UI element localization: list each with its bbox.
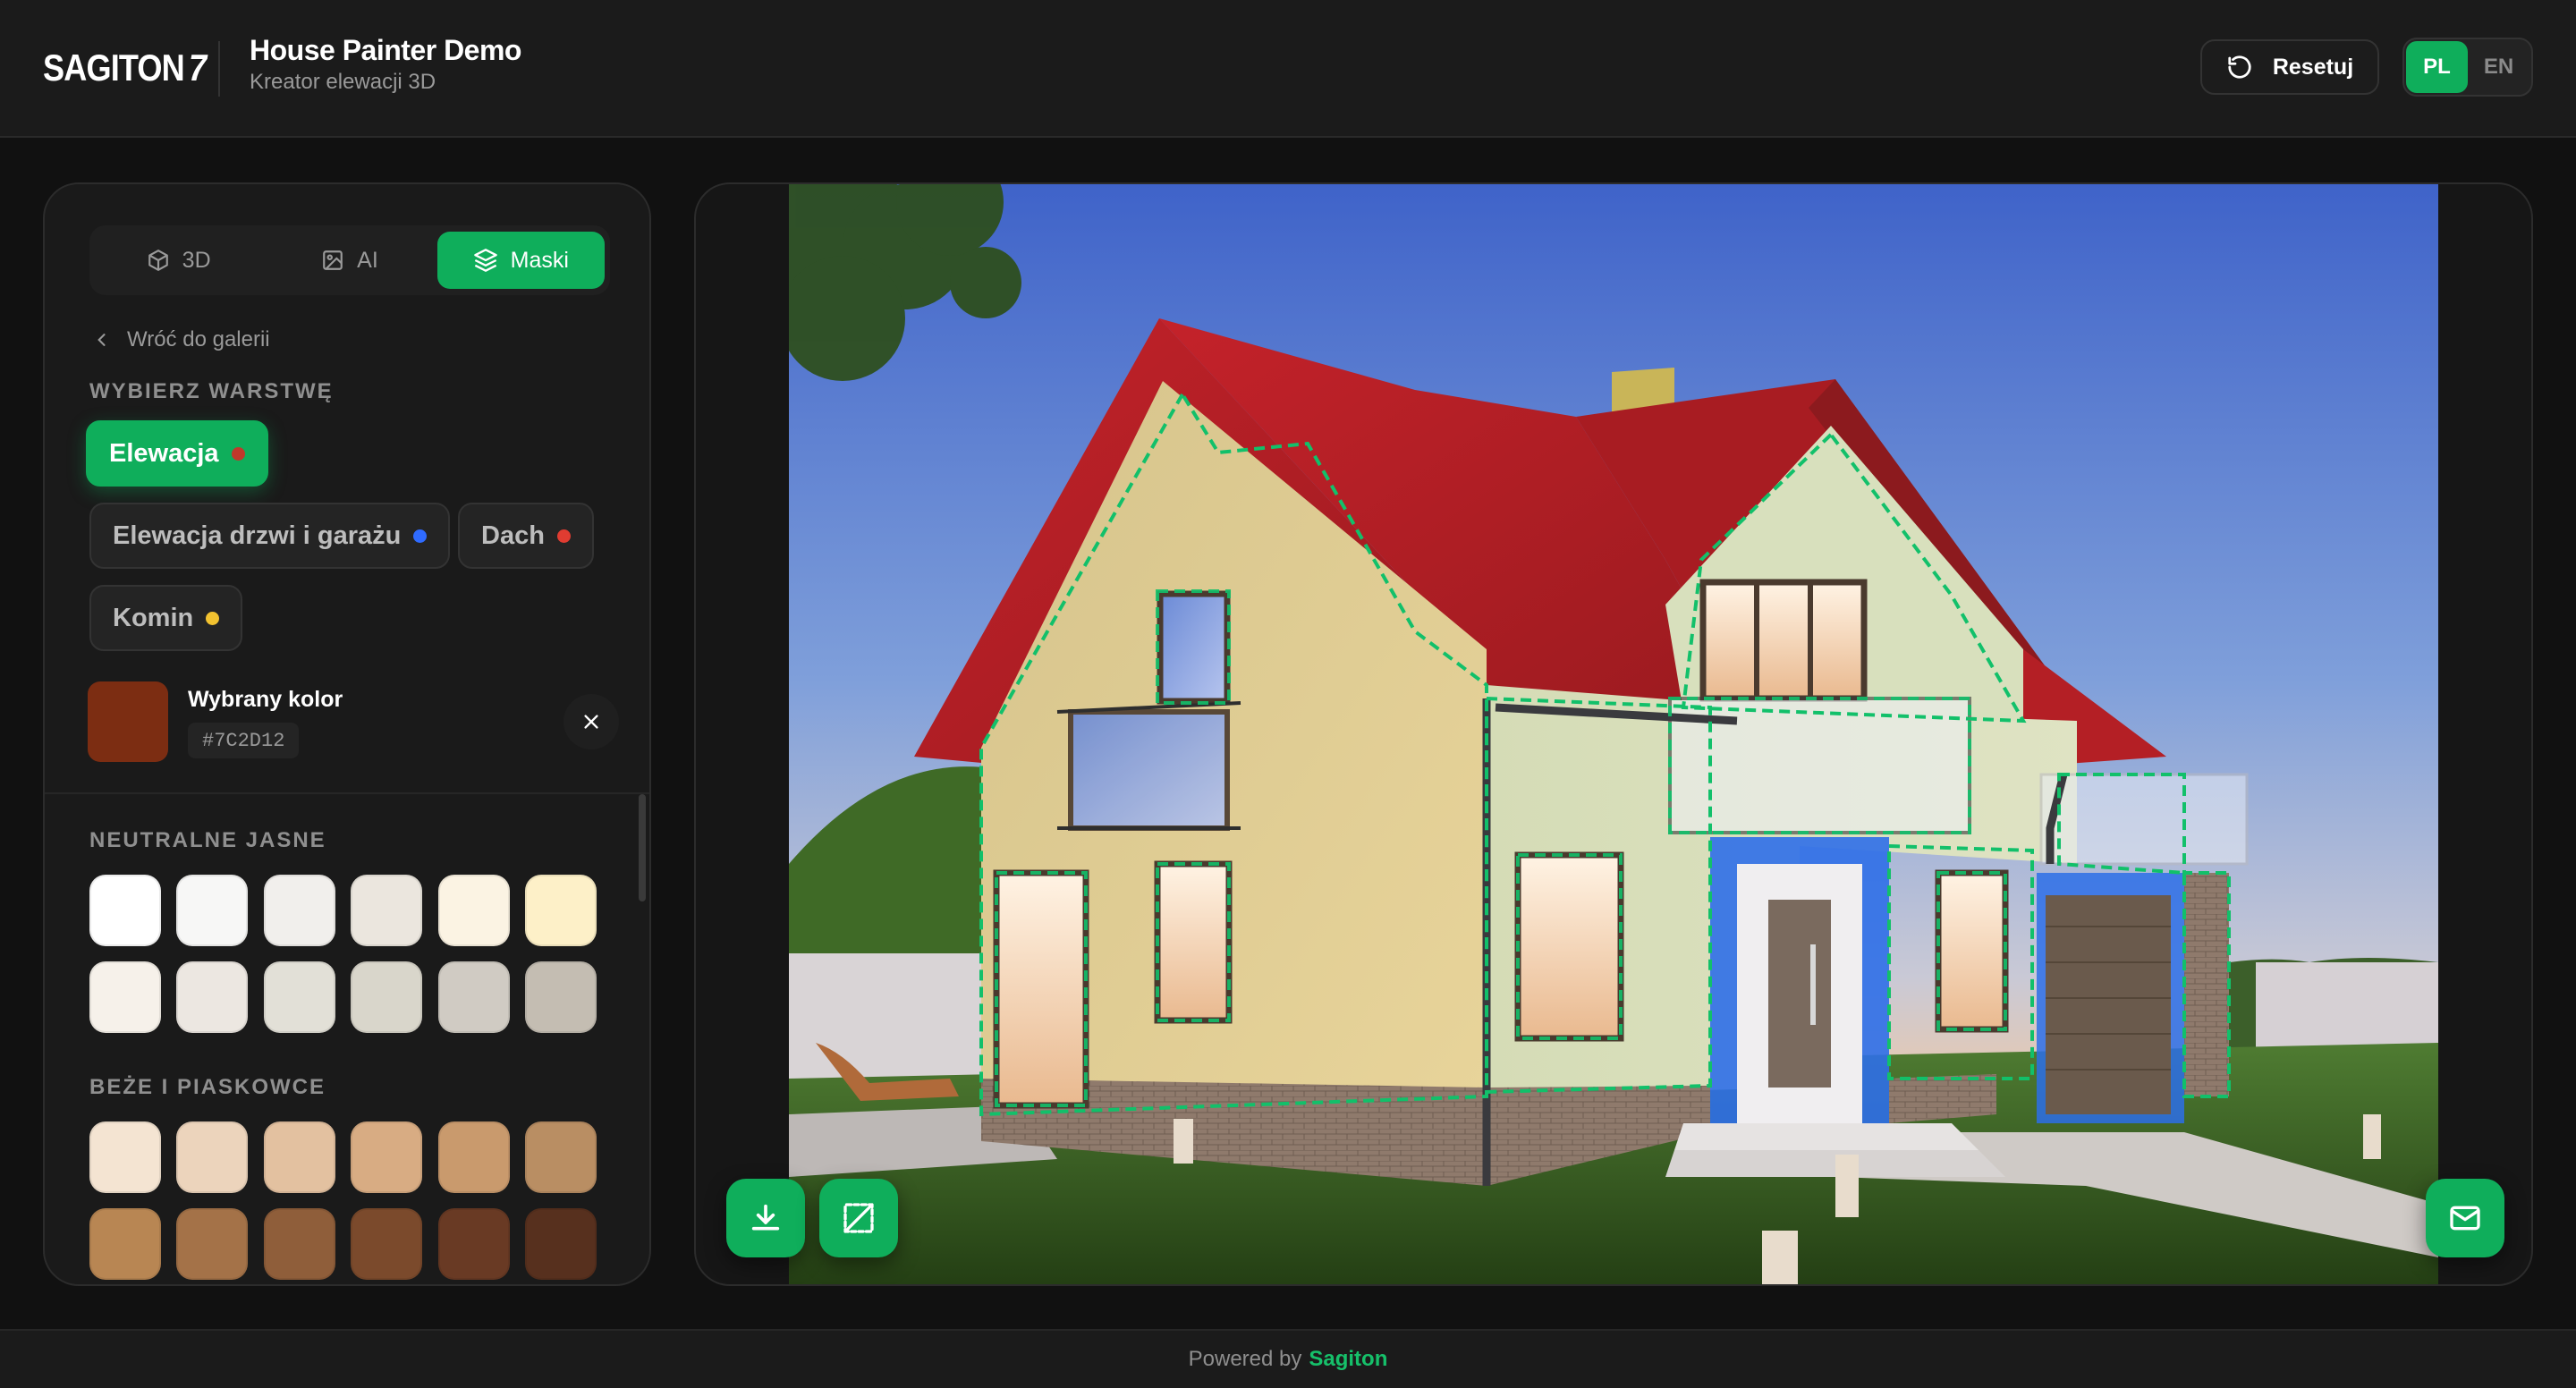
color-swatch[interactable] [351, 961, 423, 1033]
color-swatch[interactable] [89, 961, 161, 1033]
color-swatch[interactable] [89, 1208, 161, 1280]
layer-chip-dach[interactable]: Dach [458, 503, 594, 569]
color-swatch[interactable] [263, 1208, 335, 1280]
color-swatch[interactable] [176, 961, 249, 1033]
color-swatch[interactable] [176, 875, 249, 946]
house-render[interactable] [789, 184, 2438, 1284]
color-swatch[interactable] [263, 1121, 335, 1193]
footer: Powered by Sagiton [0, 1329, 2576, 1388]
palette-scrollbar[interactable] [639, 794, 646, 901]
layer-color-dot [231, 446, 245, 461]
color-swatch[interactable] [176, 1121, 249, 1193]
layer-label: Dach [481, 520, 545, 550]
footer-prefix: Powered by [1188, 1347, 1302, 1371]
house-viewer [694, 182, 2533, 1286]
app-subtitle: Kreator elewacji 3D [250, 70, 436, 94]
back-label: Wróć do galerii [127, 327, 270, 351]
logo-text: SAGITON [43, 47, 185, 89]
tab-3d[interactable]: 3D [95, 232, 262, 289]
email-button[interactable] [2426, 1179, 2504, 1257]
color-swatch[interactable] [437, 875, 510, 946]
tab-ai[interactable]: AI [266, 232, 433, 289]
color-swatch[interactable] [437, 961, 510, 1033]
color-swatch[interactable] [351, 1208, 423, 1280]
footer-brand-link[interactable]: Sagiton [1309, 1347, 1387, 1372]
layer-color-dot [206, 611, 220, 625]
color-swatch[interactable] [263, 875, 335, 946]
color-swatch[interactable] [525, 1121, 597, 1193]
color-swatch[interactable] [89, 1121, 161, 1193]
cube-icon [148, 250, 168, 271]
color-swatch[interactable] [525, 1208, 597, 1280]
layer-chip-komin[interactable]: Komin [89, 585, 243, 651]
layer-heading: WYBIERZ WARSTWĘ [89, 379, 334, 403]
reset-icon [2228, 55, 2251, 79]
color-swatch[interactable] [525, 961, 597, 1033]
palette-heading-neutral: NEUTRALNE JASNE [89, 828, 326, 852]
color-swatch[interactable] [351, 875, 423, 946]
sagiton-logo[interactable]: SAGITON 7 [43, 47, 207, 89]
image-icon [323, 250, 343, 270]
chevron-left-icon [97, 334, 106, 346]
language-switch: PL EN [2402, 38, 2533, 97]
lang-en-button[interactable]: EN [2468, 41, 2529, 93]
back-to-gallery-link[interactable]: Wróć do galerii [93, 327, 270, 352]
reset-label: Resetuj [2272, 54, 2354, 80]
color-swatch[interactable] [89, 875, 161, 946]
logo-mark: 7 [189, 47, 207, 89]
color-swatch[interactable] [437, 1121, 510, 1193]
color-swatch[interactable] [263, 961, 335, 1033]
layer-color-dot [413, 529, 428, 543]
tab-masks-label: Maski [510, 247, 569, 273]
reset-button[interactable]: Resetuj [2200, 39, 2379, 95]
color-swatch[interactable] [437, 1208, 510, 1280]
app-title: House Painter Demo [250, 34, 521, 66]
palette-heading-beige: BEŻE I PIASKOWCE [89, 1075, 326, 1099]
layer-label: Elewacja [109, 438, 219, 468]
layer-chip-elewacja[interactable]: Elewacja [86, 420, 268, 487]
tab-3d-label: 3D [182, 247, 211, 273]
mail-icon [2450, 1206, 2480, 1231]
selected-color-hex: #7C2D12 [188, 723, 300, 758]
layer-chip-elewacja-drzwi[interactable]: Elewacja drzwi i garażu [89, 503, 451, 569]
download-button[interactable] [726, 1179, 805, 1257]
tab-ai-label: AI [357, 247, 378, 273]
tab-masks[interactable]: Maski [436, 232, 605, 289]
app-header: SAGITON 7 House Painter Demo Kreator elew… [0, 0, 2576, 138]
crop-icon [843, 1203, 874, 1233]
lang-pl-button[interactable]: PL [2406, 41, 2468, 93]
color-swatch[interactable] [176, 1208, 249, 1280]
mask-toggle-button[interactable] [819, 1179, 898, 1257]
mask-panel: 3D AI Maski Wróć do galerii WYBIERZ WARS… [43, 182, 651, 1286]
download-icon [751, 1204, 780, 1231]
header-divider [218, 41, 220, 97]
selected-color-title: Wybrany kolor [188, 687, 343, 712]
layers-icon [473, 249, 497, 272]
color-swatch[interactable] [525, 875, 597, 946]
mode-tabs: 3D AI Maski [89, 225, 610, 295]
layer-label: Elewacja drzwi i garażu [113, 520, 402, 550]
layer-label: Komin [113, 603, 194, 632]
layer-color-dot [556, 529, 571, 543]
selected-color-preview [88, 681, 168, 762]
color-swatch[interactable] [351, 1121, 423, 1193]
close-icon [584, 715, 598, 729]
clear-color-button[interactable] [564, 694, 619, 749]
panel-divider [45, 792, 649, 794]
